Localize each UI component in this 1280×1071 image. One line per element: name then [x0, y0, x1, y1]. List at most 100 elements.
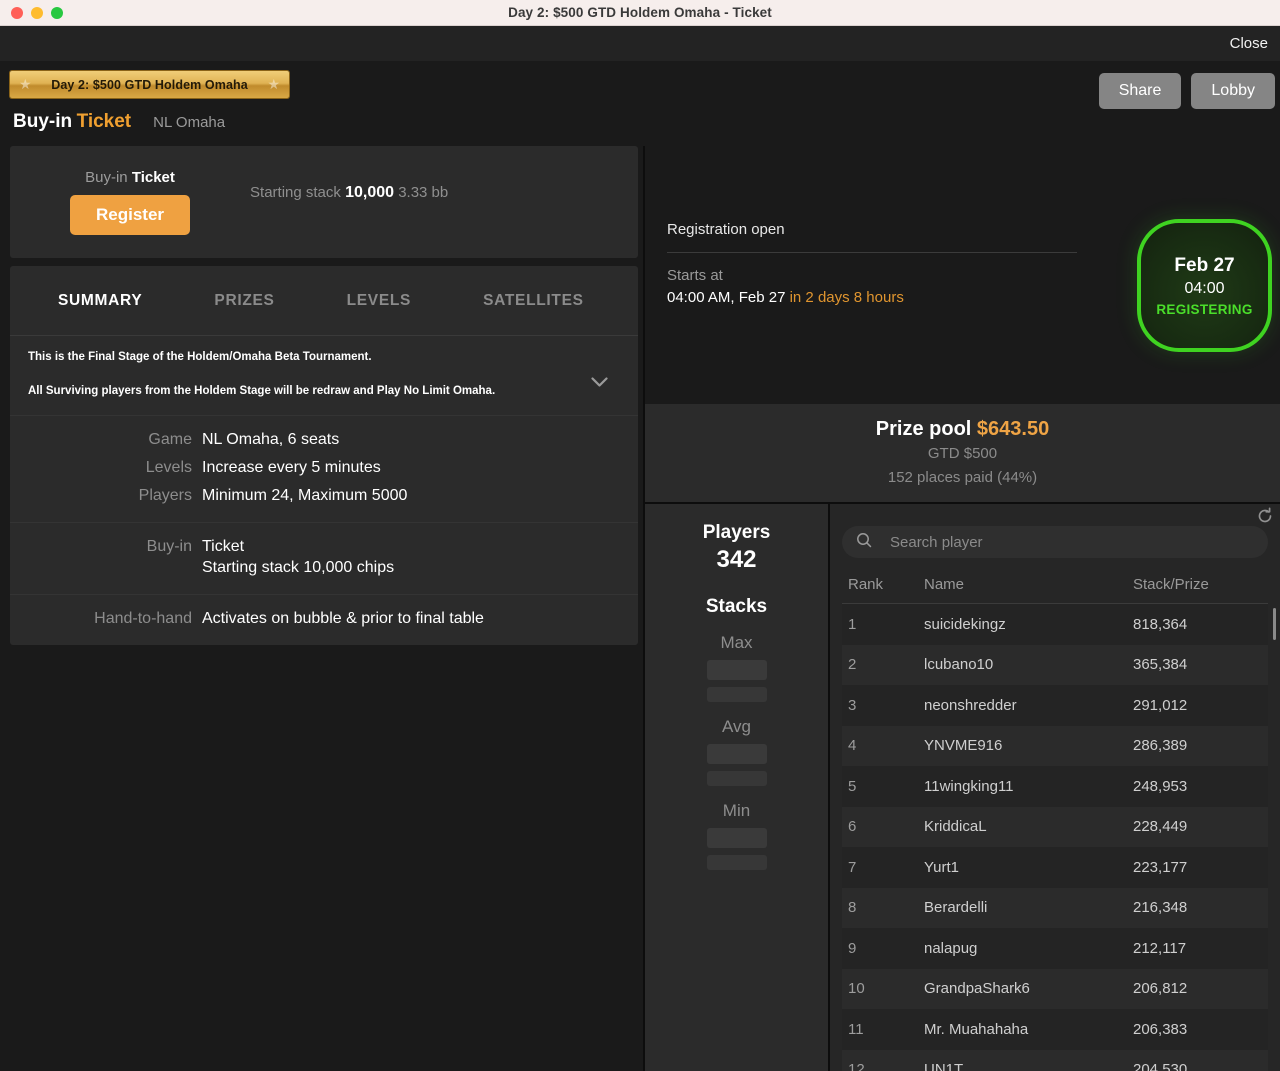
header-buyin-value: Ticket	[76, 111, 132, 132]
column-header-stack: Stack/Prize	[1133, 576, 1209, 593]
row-stack: 223,177	[1133, 858, 1188, 876]
row-name: KriddicaL	[924, 818, 987, 836]
summary-value-players: Minimum 24, Maximum 5000	[202, 486, 408, 504]
window-titlebar: Day 2: $500 GTD Holdem Omaha - Ticket	[0, 0, 1280, 26]
star-icon-left: ★	[19, 76, 32, 92]
stacks-max-value-placeholder	[706, 660, 767, 680]
row-rank: 6	[848, 818, 857, 836]
row-rank: 11	[848, 1020, 864, 1038]
refresh-icon[interactable]	[1256, 507, 1274, 525]
table-row[interactable]: 6 KriddicaL 228,449	[842, 806, 1268, 847]
starting-stack-label: Starting stack	[250, 184, 341, 201]
main-split: Buy-in Ticket Register Starting stack 10…	[0, 146, 1280, 1071]
player-table-rows: 1 suicidekingz 818,364 2 lcubano10 365,3…	[842, 604, 1276, 1071]
register-button[interactable]: Register	[70, 195, 191, 235]
tournament-header: ★ Day 2: $500 GTD Holdem Omaha ★ Buy-in …	[0, 61, 1280, 146]
summary-row-buyin: Buy-in Ticket Starting stack 10,000 chip…	[10, 533, 638, 582]
prize-pool-amount: $643.50	[976, 418, 1050, 440]
row-name: Yurt1	[924, 858, 960, 876]
row-rank: 8	[848, 899, 857, 917]
summary-hand-group: Hand-to-hand Activates on bubble & prior…	[10, 595, 638, 645]
prize-pool-label: Prize pool	[875, 418, 972, 440]
summary-value-buyin: Ticket Starting stack 10,000 chips	[202, 538, 394, 577]
table-row[interactable]: 7 Yurt1 223,177	[842, 847, 1268, 888]
summary-notes: This is the Final Stage of the Holdem/Om…	[10, 336, 638, 416]
header-variant: NL Omaha	[153, 114, 226, 131]
table-row[interactable]: 9 nalapug 212,117	[842, 928, 1268, 969]
summary-value-hand-to-hand: Activates on bubble & prior to final tab…	[202, 609, 484, 627]
row-name: Mr. Muahahaha	[924, 1020, 1029, 1038]
summary-key-levels: Levels	[145, 458, 192, 476]
table-row[interactable]: 1 suicidekingz 818,364	[842, 604, 1268, 645]
stacks-min-sub-placeholder	[706, 855, 767, 870]
table-row[interactable]: 10 GrandpaShark6 206,812	[842, 968, 1268, 1009]
tab-summary[interactable]: SUMMARY	[58, 292, 142, 310]
summary-note-1: This is the Final Stage of the Holdem/Om…	[28, 351, 372, 363]
close-button[interactable]: Close	[1230, 35, 1268, 52]
row-name: nalapug	[924, 939, 978, 957]
buyin-card-value-text: Ticket	[131, 169, 175, 186]
row-rank: 3	[848, 696, 857, 714]
badge-time: 04:00	[1184, 279, 1225, 297]
player-table-header: Rank Name Stack/Prize	[842, 558, 1268, 604]
header-subline: Buy-in Ticket NL Omaha	[10, 111, 1280, 133]
row-stack: 206,812	[1133, 980, 1188, 998]
lobby-button[interactable]: Lobby	[1191, 73, 1275, 109]
player-list-scrollbar[interactable]	[1273, 608, 1276, 640]
tab-prizes[interactable]: PRIZES	[214, 292, 274, 310]
column-header-rank: Rank	[848, 576, 884, 593]
tab-satellites[interactable]: SATELLITES	[483, 292, 584, 310]
table-row[interactable]: 5 11wingking11 248,953	[842, 766, 1268, 807]
row-stack: 248,953	[1133, 777, 1188, 795]
row-stack: 291,012	[1133, 696, 1188, 714]
table-row[interactable]: 2 lcubano10 365,384	[842, 644, 1268, 685]
right-panel: Registration open Starts at 04:00 AM, Fe…	[645, 146, 1280, 1071]
close-bar: Close	[0, 26, 1280, 61]
stacks-min-value-placeholder	[706, 828, 767, 848]
row-stack: 286,389	[1133, 737, 1188, 755]
badge-status: REGISTERING	[1156, 301, 1253, 317]
table-row[interactable]: 11 Mr. Muahahaha 206,383	[842, 1009, 1268, 1050]
badge-date: Feb 27	[1174, 254, 1235, 276]
column-header-name: Name	[924, 576, 965, 593]
row-rank: 9	[848, 939, 857, 957]
date-status-badge: Feb 27 04:00 REGISTERING	[1137, 219, 1272, 352]
stacks-max-sub-placeholder	[706, 687, 767, 702]
tab-levels[interactable]: LEVELS	[347, 292, 412, 310]
player-table-column: Rank Name Stack/Prize 1 suicidekingz 818…	[830, 504, 1280, 1071]
row-name: GrandpaShark6	[924, 980, 1030, 998]
row-stack: 204,530	[1133, 1061, 1188, 1071]
summary-row-players: Players Minimum 24, Maximum 5000	[10, 482, 638, 510]
row-rank: 5	[848, 777, 857, 795]
row-stack: 365,384	[1133, 656, 1188, 674]
row-rank: 10	[848, 980, 865, 998]
header-buyin-label: Buy-in	[13, 111, 73, 132]
chevron-down-icon[interactable]	[591, 374, 608, 391]
summary-body: This is the Final Stage of the Holdem/Om…	[10, 336, 638, 645]
buyin-card-label: Buy-in Ticket	[85, 169, 175, 186]
row-name: YNVME916	[924, 737, 1003, 755]
starts-at-time: 04:00 AM, Feb 27	[667, 289, 786, 306]
row-rank: 1	[848, 615, 857, 633]
summary-key-game: Game	[148, 430, 192, 448]
starts-at-relative: in 2 days 8 hours	[789, 289, 904, 306]
row-stack: 212,117	[1133, 939, 1187, 957]
summary-value-game: NL Omaha, 6 seats	[202, 430, 340, 448]
details-card: SUMMARY PRIZES LEVELS SATELLITES This is…	[10, 266, 638, 645]
table-row[interactable]: 12 UN1T 204,530	[842, 1049, 1268, 1071]
row-rank: 7	[848, 858, 857, 876]
row-name: suicidekingz	[924, 615, 1006, 633]
header-buyin-group: Buy-in Ticket	[13, 111, 131, 133]
table-row[interactable]: 8 Berardelli 216,348	[842, 887, 1268, 928]
table-row[interactable]: 4 YNVME916 286,389	[842, 725, 1268, 766]
buyin-register-group: Buy-in Ticket Register	[70, 169, 191, 235]
table-row[interactable]: 3 neonshredder 291,012	[842, 685, 1268, 726]
search-input[interactable]	[890, 533, 1254, 551]
player-search-box[interactable]	[842, 526, 1268, 558]
summary-info-group: Game NL Omaha, 6 seats Levels Increase e…	[10, 416, 638, 523]
starting-stack-info: Starting stack 10,000 3.33 bb	[250, 184, 448, 202]
share-button[interactable]: Share	[1098, 73, 1182, 109]
search-icon	[856, 532, 872, 553]
row-name: lcubano10	[924, 656, 994, 674]
row-name: Berardelli	[924, 899, 988, 917]
